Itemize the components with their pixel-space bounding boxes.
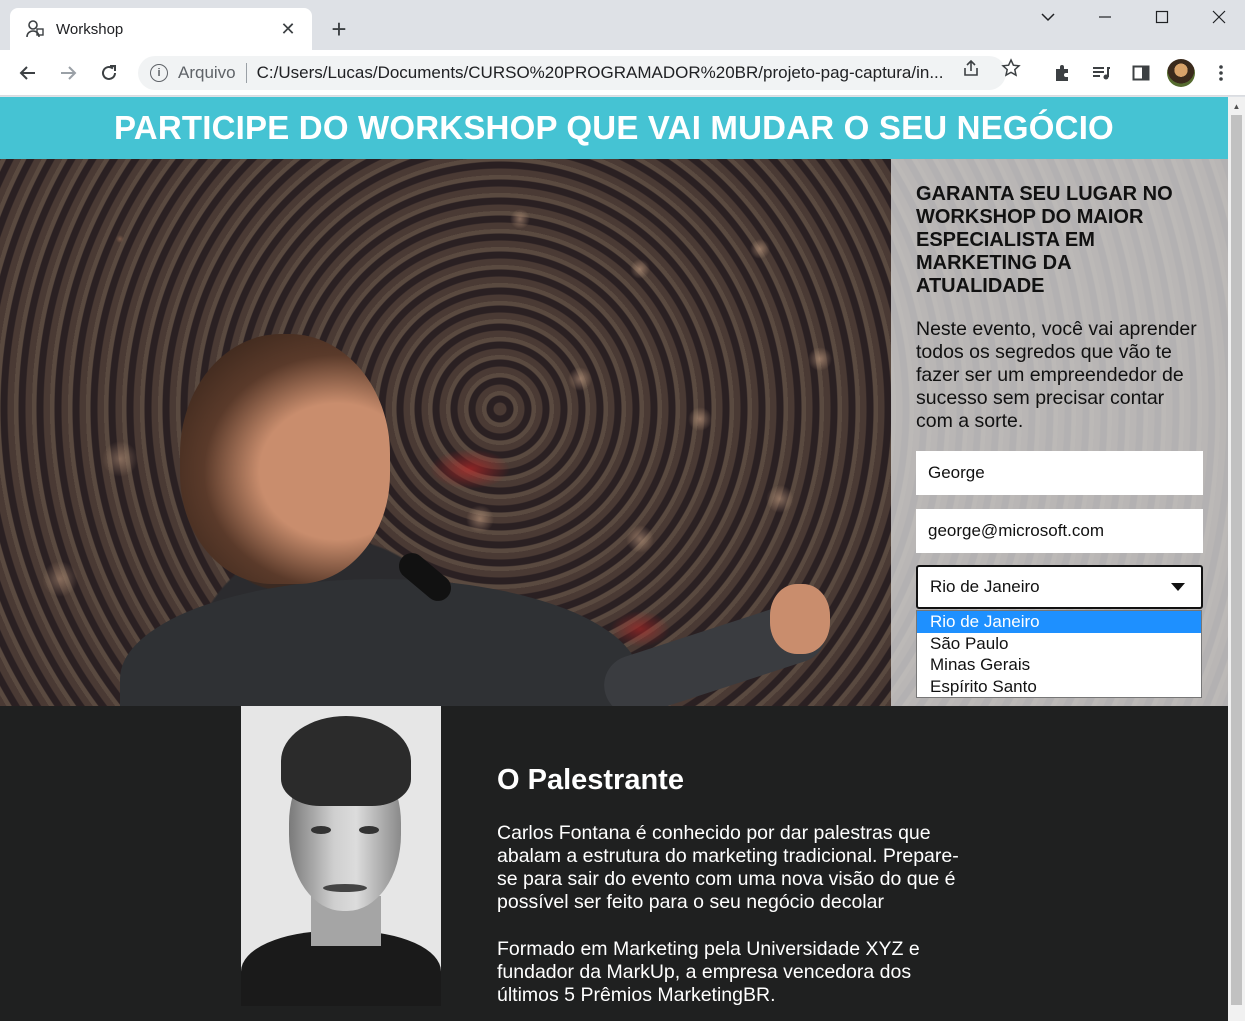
email-field[interactable]: george@microsoft.com <box>916 509 1203 553</box>
share-icon[interactable] <box>961 58 981 78</box>
browser-toolbar: i Arquivo C:/Users/Lucas/Documents/CURSO… <box>0 50 1245 96</box>
speaker-heading: O Palestrante <box>497 764 684 796</box>
url-text[interactable]: C:/Users/Lucas/Documents/CURSO%20PROGRAM… <box>257 63 947 83</box>
header-banner: PARTICIPE DO WORKSHOP QUE VAI MUDAR O SE… <box>0 97 1228 159</box>
site-info-icon[interactable]: i <box>150 64 168 82</box>
address-bar[interactable]: i Arquivo C:/Users/Lucas/Documents/CURSO… <box>138 56 1006 90</box>
omnibox-divider <box>245 63 247 83</box>
scroll-up-arrow-icon[interactable]: ▲ <box>1228 99 1245 113</box>
speaker-portrait <box>241 706 441 1006</box>
favicon-icon <box>24 18 46 40</box>
menu-kebab-icon[interactable] <box>1207 59 1235 87</box>
forward-icon[interactable] <box>53 58 83 88</box>
window-close-icon[interactable] <box>1191 0 1245 34</box>
speaker-bio-paragraph-1: Carlos Fontana é conhecido por dar pales… <box>497 822 959 913</box>
tab-close-icon[interactable]: ✕ <box>278 19 298 39</box>
profile-avatar[interactable] <box>1167 59 1195 87</box>
media-control-icon[interactable] <box>1087 59 1115 87</box>
name-field[interactable]: George <box>916 451 1203 495</box>
side-panel-icon[interactable] <box>1127 59 1155 87</box>
dropdown-option[interactable]: Rio de Janeiro <box>917 611 1201 633</box>
tab-search-icon[interactable] <box>1020 0 1076 34</box>
page-viewport: PARTICIPE DO WORKSHOP QUE VAI MUDAR O SE… <box>0 97 1228 1021</box>
page-scrollbar[interactable]: ▲ <box>1228 97 1245 1021</box>
state-dropdown-list: Rio de Janeiro São Paulo Minas Gerais Es… <box>916 610 1202 698</box>
reload-icon[interactable] <box>94 58 124 88</box>
form-description: Neste evento, você vai aprender todos os… <box>916 318 1197 432</box>
hero-speaker-head <box>180 334 390 584</box>
form-title: GARANTA SEU LUGAR NO WORKSHOP DO MAIOR E… <box>916 183 1173 297</box>
speaker-bio-paragraph-2: Formado em Marketing pela Universidade X… <box>497 938 920 1006</box>
page-title: PARTICIPE DO WORKSHOP QUE VAI MUDAR O SE… <box>114 109 1114 146</box>
back-icon[interactable] <box>13 58 43 88</box>
maximize-icon[interactable] <box>1134 0 1190 34</box>
tab-strip: Workshop ✕ + <box>0 0 1245 50</box>
speaker-section: O Palestrante Carlos Fontana é conhecido… <box>0 706 1228 1021</box>
portrait-hair <box>281 716 411 806</box>
dropdown-option[interactable]: Minas Gerais <box>917 654 1201 676</box>
dropdown-option[interactable]: Espírito Santo <box>917 676 1201 698</box>
bookmark-star-icon[interactable] <box>1001 58 1021 78</box>
browser-tab[interactable]: Workshop ✕ <box>10 8 312 50</box>
state-select-value: Rio de Janeiro <box>930 577 1040 596</box>
state-select[interactable]: Rio de Janeiro <box>916 565 1203 609</box>
scheme-label: Arquivo <box>178 63 236 82</box>
scrollbar-thumb[interactable] <box>1231 115 1242 1005</box>
hero-speaker-hand <box>770 584 830 654</box>
chevron-down-icon <box>1171 583 1185 591</box>
portrait-mustache <box>323 884 367 892</box>
portrait-eye <box>311 826 331 834</box>
extensions-icon[interactable] <box>1048 59 1076 87</box>
portrait-eye <box>359 826 379 834</box>
new-tab-button[interactable]: + <box>326 16 352 42</box>
dropdown-option[interactable]: São Paulo <box>917 633 1201 655</box>
tab-title: Workshop <box>56 20 124 38</box>
minimize-icon[interactable] <box>1077 0 1133 34</box>
